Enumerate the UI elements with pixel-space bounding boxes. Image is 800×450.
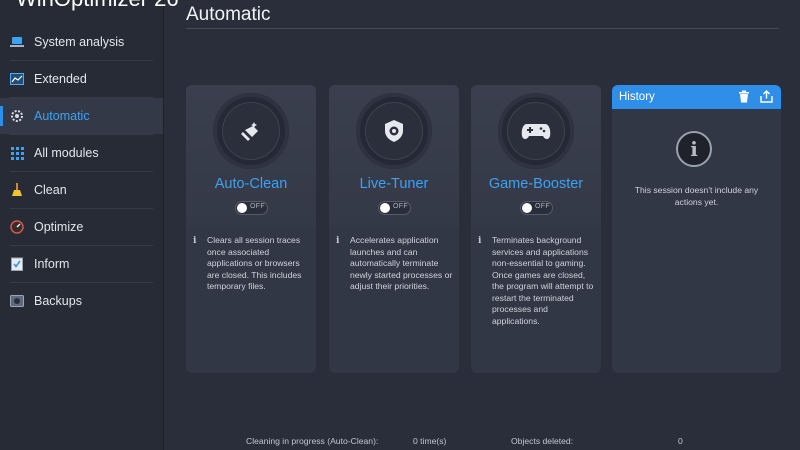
main-content: Automatic Auto-Clean OFF i Clears all se…	[164, 0, 800, 450]
checklist-icon	[10, 257, 24, 271]
sidebar-item-label: Automatic	[34, 109, 90, 123]
cleaning-status-value: 0 time(s)	[413, 436, 447, 446]
info-icon: i	[193, 236, 197, 246]
trash-icon[interactable]	[738, 90, 751, 103]
gear-star-icon	[10, 109, 24, 123]
chart-icon	[10, 72, 24, 86]
sidebar-item-label: Clean	[34, 183, 67, 197]
page-title: Automatic	[186, 4, 271, 25]
sidebar-item-backups[interactable]: Backups	[0, 283, 163, 319]
sidebar-item-all-modules[interactable]: All modules	[0, 135, 163, 171]
card-title: Auto-Clean	[214, 176, 288, 192]
export-icon[interactable]	[760, 90, 773, 103]
history-actions	[738, 90, 773, 103]
card-header: Auto-Clean OFF	[186, 85, 316, 227]
sidebar-item-inform[interactable]: Inform	[0, 246, 163, 282]
card-description: i Clears all session traces once associa…	[193, 235, 313, 293]
sidebar-item-label: Backups	[34, 294, 82, 308]
toggle-knob	[380, 203, 390, 213]
toggle-state: OFF	[535, 203, 550, 210]
title-divider	[186, 28, 779, 29]
objects-deleted-value: 0	[678, 436, 683, 446]
sidebar-nav: System analysis Extended Automatic All m…	[0, 24, 163, 319]
cleaning-hand-icon	[222, 102, 280, 160]
history-panel: History i This session doesn't include a…	[612, 85, 781, 373]
history-empty-message: This session doesn't include any actions…	[634, 185, 759, 207]
sidebar-item-label: Inform	[34, 257, 70, 271]
objects-deleted-label: Objects deleted:	[511, 436, 574, 446]
cleaning-status-label: Cleaning in progress (Auto-Clean):	[246, 436, 379, 446]
speedometer-icon	[10, 220, 24, 234]
card-title: Live-Tuner	[359, 176, 429, 192]
gear-shield-icon	[365, 102, 423, 160]
backup-icon	[10, 294, 24, 308]
card-description-text: Terminates background services and appli…	[492, 235, 594, 326]
gamepad-icon	[507, 102, 565, 160]
card-description-text: Accelerates application launches and can…	[350, 235, 453, 291]
history-title: History	[619, 91, 655, 103]
sidebar-item-label: System analysis	[34, 35, 125, 49]
sidebar-item-optimize[interactable]: Optimize	[0, 209, 163, 245]
sidebar-item-extended[interactable]: Extended	[0, 61, 163, 97]
card-header: Game-Booster OFF	[471, 85, 601, 227]
auto-clean-toggle[interactable]: OFF	[235, 201, 268, 215]
info-icon: i	[478, 236, 482, 246]
info-circle-icon: i	[676, 131, 712, 167]
card-icon-ring	[498, 93, 574, 169]
card-auto-clean: Auto-Clean OFF i Clears all session trac…	[186, 85, 316, 373]
toggle-knob	[237, 203, 247, 213]
card-header: Live-Tuner OFF	[329, 85, 459, 227]
broom-icon	[10, 183, 24, 197]
app-title: WinOptimizer 26	[16, 0, 179, 12]
card-description: i Terminates background services and app…	[478, 235, 598, 327]
history-header: History	[612, 85, 781, 109]
card-description: i Accelerates application launches and c…	[336, 235, 456, 293]
card-game-booster: Game-Booster OFF i Terminates background…	[471, 85, 601, 373]
card-icon-ring	[213, 93, 289, 169]
laptop-icon	[10, 35, 24, 49]
card-icon-ring	[356, 93, 432, 169]
card-description-text: Clears all session traces once associate…	[207, 235, 302, 291]
card-live-tuner: Live-Tuner OFF i Accelerates application…	[329, 85, 459, 373]
live-tuner-toggle[interactable]: OFF	[378, 201, 411, 215]
sidebar-item-label: All modules	[34, 146, 99, 160]
toggle-knob	[522, 203, 532, 213]
sidebar-item-automatic[interactable]: Automatic	[0, 98, 163, 134]
sidebar-item-label: Optimize	[34, 220, 84, 234]
card-title: Game-Booster	[488, 176, 584, 192]
sidebar-item-label: Extended	[34, 72, 87, 86]
toggle-state: OFF	[250, 203, 265, 210]
info-icon: i	[336, 236, 340, 246]
game-booster-toggle[interactable]: OFF	[520, 201, 553, 215]
toggle-state: OFF	[393, 203, 408, 210]
sidebar-item-system-analysis[interactable]: System analysis	[0, 24, 163, 60]
sidebar-item-clean[interactable]: Clean	[0, 172, 163, 208]
sidebar: WinOptimizer 26 System analysis Extended…	[0, 0, 179, 450]
grid-icon	[10, 146, 24, 160]
